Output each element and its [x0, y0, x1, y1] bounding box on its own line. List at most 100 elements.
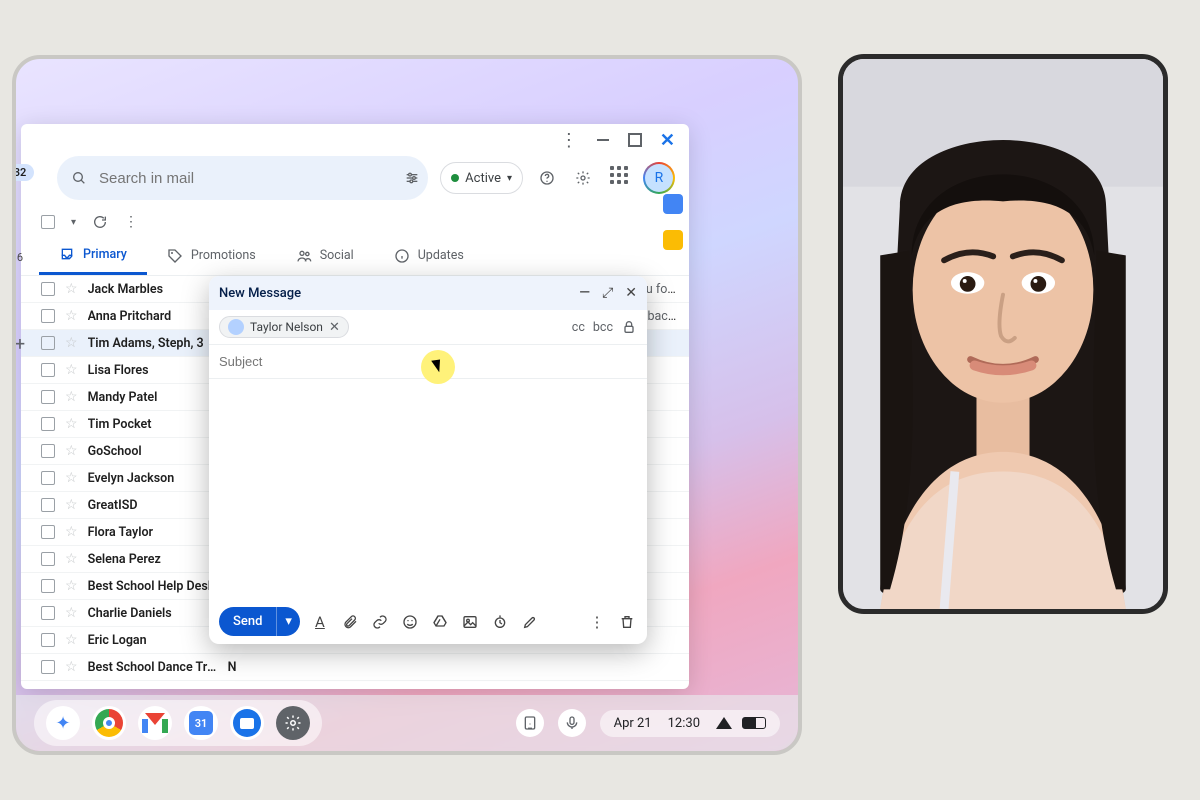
- row-checkbox[interactable]: [41, 579, 55, 593]
- compose-expand-icon[interactable]: ⤢: [602, 285, 613, 301]
- star-icon[interactable]: ☆: [65, 389, 78, 405]
- row-checkbox[interactable]: [41, 552, 55, 566]
- presenter-webcam: [838, 54, 1168, 614]
- email-sender: Mandy Patel: [88, 390, 218, 405]
- star-icon[interactable]: ☆: [65, 551, 78, 567]
- bcc-toggle[interactable]: bcc: [593, 320, 613, 335]
- star-icon[interactable]: ☆: [65, 605, 78, 621]
- gmail-header: Active ▾ R: [21, 156, 689, 210]
- more-icon[interactable]: ⋮: [124, 214, 138, 230]
- insert-signature-icon[interactable]: [520, 612, 540, 632]
- compose-close-icon[interactable]: ✕: [625, 285, 637, 301]
- support-icon[interactable]: [535, 166, 559, 190]
- confidential-lock-icon[interactable]: [621, 319, 637, 335]
- window-menu-icon[interactable]: ⋮: [560, 130, 578, 151]
- star-icon[interactable]: ☆: [65, 362, 78, 378]
- chip-remove-icon[interactable]: ✕: [329, 320, 340, 335]
- insert-drive-icon[interactable]: [430, 612, 450, 632]
- recipient-avatar-icon: [228, 319, 244, 335]
- cc-toggle[interactable]: cc: [572, 320, 585, 335]
- email-sender: Best School Dance Troupe: [88, 660, 218, 675]
- star-icon[interactable]: ☆: [65, 281, 78, 297]
- chromeos-shelf: ✦ 31 Apr 21 12:30: [16, 695, 798, 751]
- shelf-chrome-icon[interactable]: [92, 706, 126, 740]
- search-bar[interactable]: [57, 156, 428, 200]
- tab-social[interactable]: Social: [276, 236, 374, 275]
- status-chip[interactable]: Active ▾: [440, 162, 523, 194]
- row-checkbox[interactable]: [41, 660, 55, 674]
- shelf-gmail-icon[interactable]: [138, 706, 172, 740]
- attach-file-icon[interactable]: [340, 612, 360, 632]
- row-checkbox[interactable]: [41, 417, 55, 431]
- select-all-caret-icon[interactable]: ▾: [71, 217, 76, 228]
- compose-to-row[interactable]: Taylor Nelson ✕ cc bcc: [209, 310, 647, 345]
- discard-draft-icon[interactable]: [617, 612, 637, 632]
- rail-plus-icon[interactable]: +: [15, 334, 25, 355]
- send-button[interactable]: Send ▾: [219, 607, 300, 636]
- shelf-status-area[interactable]: Apr 21 12:30: [600, 710, 780, 737]
- compose-body[interactable]: [209, 379, 647, 599]
- star-icon[interactable]: ☆: [65, 443, 78, 459]
- row-checkbox[interactable]: [41, 390, 55, 404]
- send-options-caret-icon[interactable]: ▾: [276, 607, 300, 636]
- email-sender: Anna Pritchard: [88, 309, 218, 324]
- tab-promotions[interactable]: Promotions: [147, 236, 276, 275]
- star-icon[interactable]: ☆: [65, 524, 78, 540]
- account-avatar[interactable]: R: [643, 162, 675, 194]
- row-checkbox[interactable]: [41, 444, 55, 458]
- email-sender: Eric Logan: [88, 633, 218, 648]
- star-icon[interactable]: ☆: [65, 632, 78, 648]
- compose-header[interactable]: New Message — ⤢ ✕: [209, 276, 647, 310]
- google-apps-icon[interactable]: [607, 166, 631, 190]
- tab-primary[interactable]: Primary: [39, 236, 147, 275]
- window-close-icon[interactable]: ✕: [660, 130, 675, 151]
- sidepanel-keep-icon[interactable]: [663, 230, 683, 250]
- avatar-initial: R: [645, 164, 673, 192]
- row-checkbox[interactable]: [41, 633, 55, 647]
- people-icon: [296, 248, 312, 264]
- star-icon[interactable]: ☆: [65, 470, 78, 486]
- recipient-chip[interactable]: Taylor Nelson ✕: [219, 316, 349, 338]
- row-checkbox[interactable]: [41, 498, 55, 512]
- insert-emoji-icon[interactable]: [400, 612, 420, 632]
- star-icon[interactable]: ☆: [65, 578, 78, 594]
- email-row[interactable]: ☆Best School Dance TroupeN: [21, 654, 689, 681]
- insert-photo-icon[interactable]: [460, 612, 480, 632]
- star-icon[interactable]: ☆: [65, 497, 78, 513]
- star-icon[interactable]: ☆: [65, 659, 78, 675]
- search-input[interactable]: [99, 170, 392, 187]
- compose-footer: Send ▾ A ⋮: [209, 599, 647, 644]
- shelf-launcher-icon[interactable]: ✦: [46, 706, 80, 740]
- tab-social-label: Social: [320, 248, 354, 263]
- shelf-phone-hub-icon[interactable]: [516, 709, 544, 737]
- format-text-icon[interactable]: A: [310, 612, 330, 632]
- shelf-calendar-icon[interactable]: 31: [184, 706, 218, 740]
- search-icon: [71, 170, 87, 186]
- row-checkbox[interactable]: [41, 471, 55, 485]
- status-label: Active: [465, 171, 501, 186]
- tag-icon: [167, 248, 183, 264]
- shelf-dictation-icon[interactable]: [558, 709, 586, 737]
- inbox-icon: [59, 246, 75, 262]
- row-checkbox[interactable]: [41, 525, 55, 539]
- compose-more-icon[interactable]: ⋮: [587, 612, 607, 632]
- email-sender: Tim Pocket: [88, 417, 218, 432]
- shelf-settings-icon[interactable]: [276, 706, 310, 740]
- window-maximize-icon[interactable]: [628, 133, 642, 147]
- refresh-icon[interactable]: [92, 214, 108, 230]
- row-checkbox[interactable]: [41, 363, 55, 377]
- chevron-down-icon: ▾: [507, 173, 512, 184]
- settings-gear-icon[interactable]: [571, 166, 595, 190]
- window-minimize-icon[interactable]: [596, 133, 610, 147]
- insert-link-icon[interactable]: [370, 612, 390, 632]
- compose-minimize-icon[interactable]: —: [579, 285, 590, 301]
- search-options-icon[interactable]: [404, 170, 420, 186]
- star-icon[interactable]: ☆: [65, 416, 78, 432]
- sidepanel-calendar-icon[interactable]: [663, 194, 683, 214]
- tab-updates[interactable]: Updates: [374, 236, 484, 275]
- shelf-files-icon[interactable]: [230, 706, 264, 740]
- confidential-mode-icon[interactable]: [490, 612, 510, 632]
- star-icon[interactable]: ☆: [65, 308, 78, 324]
- star-icon[interactable]: ☆: [65, 335, 78, 351]
- row-checkbox[interactable]: [41, 606, 55, 620]
